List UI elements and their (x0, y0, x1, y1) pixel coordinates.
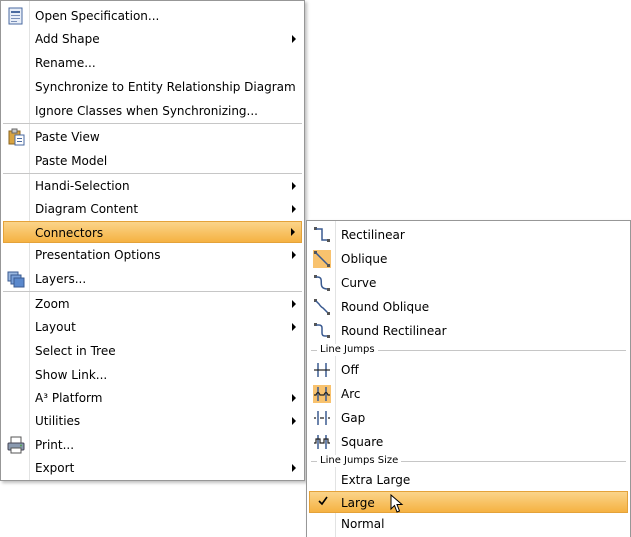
menu-item-zoom[interactable]: Zoom (3, 293, 302, 315)
oblique-connector-icon (314, 251, 330, 267)
menu-item-label: Gap (341, 411, 366, 425)
menu-item-open-specification[interactable]: Open Specification... (3, 5, 302, 27)
menu-item-label: Select in Tree (35, 344, 116, 358)
submenu-arrow-icon (292, 464, 296, 472)
menu-item-label: Round Oblique (341, 300, 430, 314)
menu-item-label: Open Specification... (35, 9, 160, 23)
diagram-context-menu: Open Specification... Add Shape Rename..… (0, 0, 305, 481)
menu-item-label: Arc (341, 387, 361, 401)
group-label: Line Jumps (317, 344, 378, 356)
line-jump-off[interactable]: Off (309, 359, 628, 381)
menu-item-label: Oblique (341, 252, 388, 266)
connector-style-curve[interactable]: Curve (309, 272, 628, 294)
menu-item-select-in-tree[interactable]: Select in Tree (3, 340, 302, 362)
menu-item-show-link[interactable]: Show Link... (3, 364, 302, 386)
submenu-arrow-icon (292, 300, 296, 308)
round-rectilinear-connector-icon (314, 323, 330, 338)
line-jump-size-large[interactable]: Large (309, 491, 628, 513)
menu-item-label: Round Rectilinear (341, 324, 447, 338)
menu-separator (3, 291, 302, 292)
connector-style-rectilinear[interactable]: Rectilinear (309, 224, 628, 246)
menu-item-label: Print... (35, 438, 75, 452)
submenu-arrow-icon (292, 394, 296, 402)
mouse-cursor-icon (390, 494, 404, 513)
menu-item-label: Add Shape (35, 32, 100, 46)
round-oblique-connector-icon (314, 299, 330, 315)
menu-item-export[interactable]: Export (3, 457, 302, 479)
submenu-arrow-icon (291, 228, 295, 236)
line-jump-arc-icon (314, 387, 330, 401)
menu-item-diagram-content[interactable]: Diagram Content (3, 198, 302, 220)
line-jump-square-icon (314, 435, 330, 449)
menu-item-label: Layout (35, 320, 76, 334)
menu-item-label: Large (341, 496, 375, 510)
menu-item-label: Paste View (35, 130, 100, 144)
menu-item-rename[interactable]: Rename... (3, 52, 302, 74)
connector-style-round-oblique[interactable]: Round Oblique (309, 296, 628, 318)
menu-item-label: Show Link... (35, 368, 108, 382)
printer-icon (7, 436, 25, 454)
paste-icon (8, 128, 25, 146)
menu-item-utilities[interactable]: Utilities (3, 410, 302, 432)
menu-item-label: Utilities (35, 414, 81, 428)
menu-item-layers[interactable]: Layers... (3, 268, 302, 290)
line-jump-size-extra-large[interactable]: Extra Large (309, 469, 628, 491)
menu-item-label: Connectors (35, 226, 104, 240)
layers-icon (7, 271, 25, 288)
submenu-arrow-icon (292, 35, 296, 43)
connectors-submenu: Rectilinear Oblique Curve Round Oblique (306, 220, 631, 537)
menu-item-label: Extra Large (341, 473, 411, 487)
submenu-arrow-icon (292, 205, 296, 213)
menu-item-label: Off (341, 363, 359, 377)
menu-item-handi-selection[interactable]: Handi-Selection (3, 175, 302, 197)
rectilinear-connector-icon (314, 227, 330, 242)
menu-item-print[interactable]: Print... (3, 434, 302, 456)
menu-item-label: Paste Model (35, 154, 108, 168)
menu-item-label: Diagram Content (35, 202, 139, 216)
checkmark-icon (318, 496, 328, 506)
menu-item-label: Presentation Options (35, 248, 161, 262)
menu-item-label: Rectilinear (341, 228, 405, 242)
line-jump-square[interactable]: Square (309, 431, 628, 453)
line-jump-arc[interactable]: Arc (309, 383, 628, 405)
group-label: Line Jumps Size (317, 455, 402, 467)
menu-item-ignore-classes[interactable]: Ignore Classes when Synchronizing... (3, 100, 302, 122)
line-jump-gap[interactable]: Gap (309, 407, 628, 429)
line-jumps-size-group-header: Line Jumps Size (311, 455, 626, 467)
menu-item-label: Normal (341, 517, 385, 531)
menu-item-label: Rename... (35, 56, 96, 70)
submenu-arrow-icon (292, 251, 296, 259)
menu-item-synchronize-erd[interactable]: Synchronize to Entity Relationship Diagr… (3, 76, 302, 98)
submenu-arrow-icon (292, 323, 296, 331)
line-jumps-group-header: Line Jumps (311, 344, 626, 356)
menu-item-layout[interactable]: Layout (3, 316, 302, 338)
specification-icon (8, 7, 23, 25)
menu-item-label: Synchronize to Entity Relationship Diagr… (35, 80, 296, 94)
menu-item-label: Zoom (35, 297, 70, 311)
menu-item-label: Curve (341, 276, 377, 290)
menu-item-paste-view[interactable]: Paste View (3, 126, 302, 148)
menu-item-label: A³ Platform (35, 391, 103, 405)
menu-item-label: Layers... (35, 272, 87, 286)
menu-item-paste-model[interactable]: Paste Model (3, 150, 302, 172)
menu-item-presentation-options[interactable]: Presentation Options (3, 244, 302, 266)
line-jump-off-icon (314, 363, 330, 377)
menu-item-a3-platform[interactable]: A³ Platform (3, 387, 302, 409)
menu-separator (3, 123, 302, 124)
menu-item-label: Square (341, 435, 384, 449)
connector-style-oblique[interactable]: Oblique (309, 248, 628, 270)
submenu-arrow-icon (292, 182, 296, 190)
line-jump-gap-icon (314, 411, 330, 425)
menu-item-connectors[interactable]: Connectors (3, 221, 302, 243)
menu-item-add-shape[interactable]: Add Shape (3, 28, 302, 50)
menu-item-label: Export (35, 461, 75, 475)
line-jump-size-normal[interactable]: Normal (309, 513, 628, 535)
menu-item-label: Handi-Selection (35, 179, 130, 193)
menu-separator (3, 173, 302, 174)
connector-style-round-rectilinear[interactable]: Round Rectilinear (309, 320, 628, 342)
curve-connector-icon (314, 275, 330, 291)
menu-item-label: Ignore Classes when Synchronizing... (35, 104, 258, 118)
submenu-arrow-icon (292, 417, 296, 425)
